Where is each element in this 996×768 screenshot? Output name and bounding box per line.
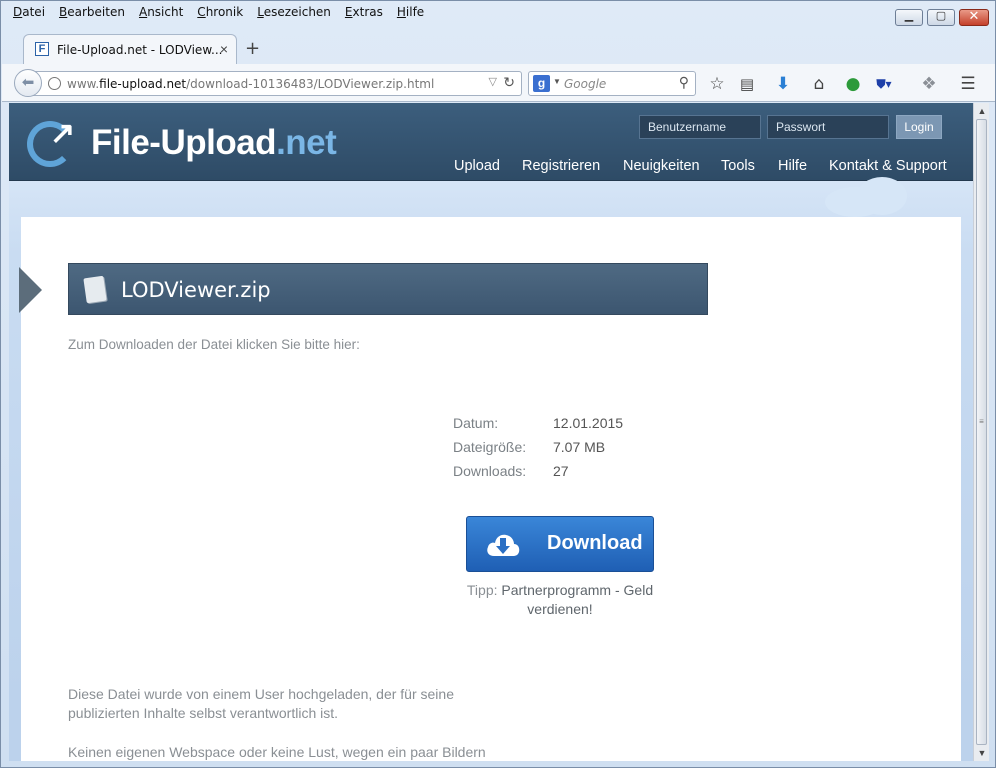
reload-icon[interactable]: ↻ — [503, 74, 515, 91]
site-logo[interactable]: File-Upload.net — [91, 123, 337, 163]
page-viewport: ↗ File-Upload.net Login Upload Registrie… — [9, 103, 973, 761]
filesize-value: 7.07 MB — [553, 439, 606, 455]
menu-chronik[interactable]: Chronik — [189, 3, 249, 23]
nav-tools[interactable]: Tools — [721, 158, 755, 174]
partner-program-link[interactable]: Partnerprogramm - Geld verdienen! — [501, 582, 653, 617]
window-controls: ▁ ▢ ✕ — [895, 9, 989, 26]
menu-datei[interactable]: Datei — [5, 3, 51, 23]
file-title-bar: LODViewer.zip — [68, 263, 708, 315]
nav-neuigkeiten[interactable]: Neuigkeiten — [623, 158, 700, 174]
menu-ansicht[interactable]: Ansicht — [131, 3, 189, 23]
nav-registrieren[interactable]: Registrieren — [522, 158, 600, 174]
engine-dropdown-icon[interactable]: ▼ — [553, 77, 561, 86]
close-icon: ✕ — [968, 9, 980, 24]
download-arrow-icon[interactable]: ⬇ — [772, 73, 794, 95]
globe-icon — [48, 77, 61, 90]
url-dropdown-icon[interactable]: ▽ — [489, 75, 497, 88]
file-name: LODViewer.zip — [121, 278, 271, 302]
maximize-icon: ▢ — [935, 9, 947, 22]
downloads-value: 27 — [553, 463, 569, 479]
back-arrow-icon: ⬅ — [21, 74, 35, 91]
search-bar: g ▼ ⚲ — [528, 71, 696, 96]
scroll-down-icon[interactable]: ▼ — [974, 745, 990, 761]
navigation-toolbar: www.file-upload.net/download-10136483/LO… — [2, 64, 995, 102]
favicon-icon: F — [35, 42, 49, 56]
search-input[interactable] — [564, 75, 674, 93]
scroll-thumb[interactable]: ≡ — [976, 119, 987, 745]
file-icon — [83, 275, 107, 304]
puzzle-icon[interactable]: ❖ — [918, 73, 940, 95]
site-header: ↗ File-Upload.net Login Upload Registrie… — [9, 103, 973, 181]
new-tab-button[interactable]: + — [245, 38, 260, 59]
password-input[interactable] — [767, 115, 889, 139]
tip-text: Tipp: Partnerprogramm - Geld verdienen! — [466, 582, 654, 617]
scroll-grip-icon: ≡ — [979, 417, 984, 426]
disclaimer-line-1: Diese Datei wurde von einem User hochgel… — [68, 686, 454, 702]
home-icon[interactable]: ⌂ — [808, 73, 830, 95]
download-intro-text: Zum Downloaden der Datei klicken Sie bit… — [68, 337, 360, 352]
download-button-label: Download — [547, 532, 643, 554]
ribbon-flag — [19, 267, 42, 313]
downloads-label: Downloads: — [453, 463, 527, 479]
close-window-button[interactable]: ✕ — [959, 9, 989, 26]
vertical-scrollbar[interactable]: ▲ ≡ ▼ — [973, 103, 989, 761]
tab-close-icon[interactable]: × — [220, 41, 228, 57]
abe-icon[interactable]: ⛊▾ — [873, 73, 895, 95]
filesize-label: Dateigröße: — [453, 439, 527, 455]
username-input[interactable] — [639, 115, 761, 139]
google-engine-icon[interactable]: g — [533, 75, 550, 92]
menu-extras[interactable]: Extras — [337, 3, 389, 23]
url-text: www.file-upload.net/download-10136483/LO… — [67, 77, 435, 91]
disclaimer-line-2: publizierten Inhalte selbst verantwortli… — [68, 705, 339, 721]
tab-strip: F File-Upload.net - LODView... × + — [9, 34, 989, 64]
back-button[interactable]: ⬅ — [14, 69, 42, 97]
maximize-button[interactable]: ▢ — [927, 9, 955, 26]
url-bar[interactable]: www.file-upload.net/download-10136483/LO… — [32, 71, 522, 96]
minimize-icon: ▁ — [904, 9, 914, 22]
tab-title: File-Upload.net - LODView... — [57, 43, 223, 57]
scroll-up-icon[interactable]: ▲ — [974, 103, 990, 119]
date-value: 12.01.2015 — [553, 415, 624, 431]
hamburger-icon[interactable]: ☰ — [957, 73, 979, 95]
download-button[interactable]: Download — [466, 516, 654, 572]
sync-icon[interactable]: ● — [842, 73, 864, 95]
cloud-download-icon — [487, 534, 520, 556]
nav-hilfe[interactable]: Hilfe — [778, 158, 807, 174]
menu-bar: Datei Bearbeiten Ansicht Chronik Lesezei… — [5, 3, 430, 23]
star-icon[interactable]: ☆ — [706, 73, 728, 95]
nav-upload[interactable]: Upload — [454, 158, 500, 174]
logo-arrow-icon: ↗ — [50, 117, 76, 150]
browser-window: Datei Bearbeiten Ansicht Chronik Lesezei… — [0, 0, 996, 768]
date-label: Datum: — [453, 415, 499, 431]
cloud-decoration — [857, 177, 907, 215]
tab-file-upload[interactable]: F File-Upload.net - LODView... × — [23, 34, 237, 64]
login-button[interactable]: Login — [896, 115, 942, 139]
search-magnifier-icon[interactable]: ⚲ — [679, 74, 689, 91]
menu-hilfe[interactable]: Hilfe — [389, 3, 430, 23]
reading-list-icon[interactable]: ▤ — [736, 73, 758, 95]
menu-bearbeiten[interactable]: Bearbeiten — [51, 3, 131, 23]
minimize-button[interactable]: ▁ — [895, 9, 923, 26]
disclaimer-line-3: Keinen eigenen Webspace oder keine Lust,… — [68, 744, 486, 760]
nav-kontakt-support[interactable]: Kontakt & Support — [829, 158, 947, 174]
menu-lesezeichen[interactable]: Lesezeichen — [249, 3, 337, 23]
